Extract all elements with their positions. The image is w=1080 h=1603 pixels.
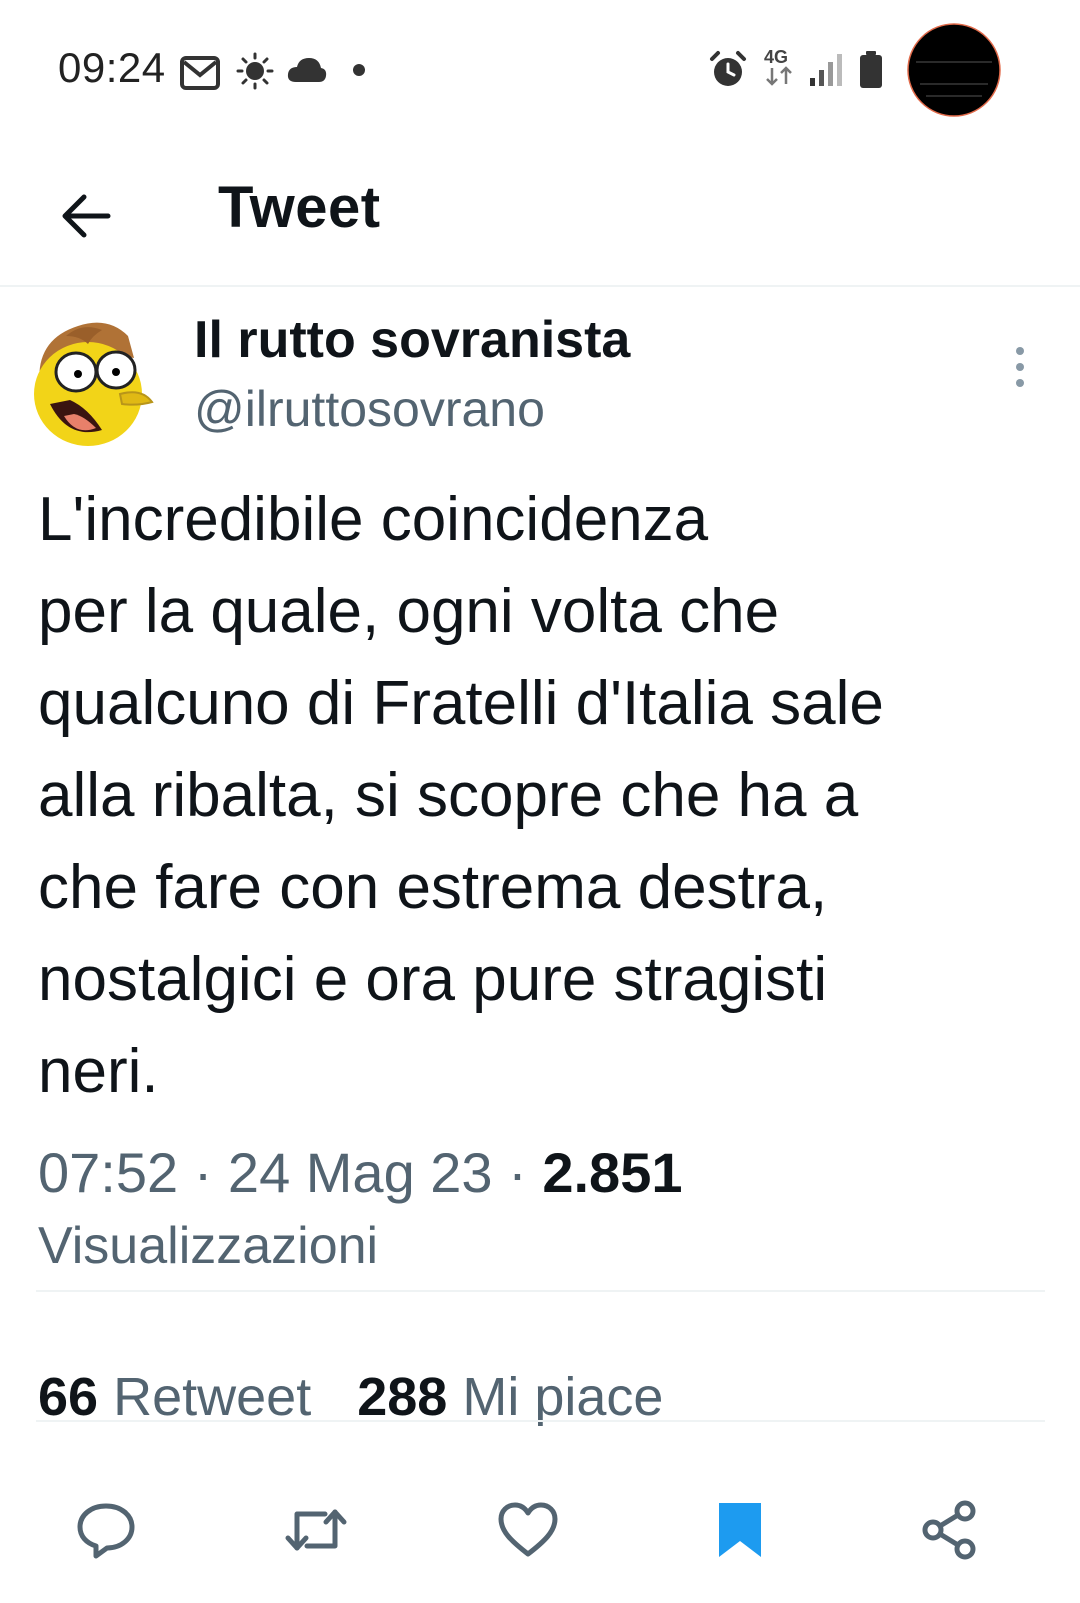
camera-icon [906,22,1002,123]
tweet-text-line: nostalgici e ora pure stragisti [38,945,828,1014]
tweet-time[interactable]: 07:52 [38,1141,178,1204]
mail-icon [180,56,220,95]
more-vertical-icon [1016,347,1024,387]
divider [36,1420,1045,1422]
tweet-text-line: che fare con estrema destra, [38,853,828,922]
page-title: Tweet [218,175,381,240]
more-options-button[interactable] [1000,345,1040,395]
divider [36,1290,1045,1292]
tweet-text-line: alla ribalta, si scopre che ha a [38,761,859,830]
signal-icon [808,52,844,93]
tweet-text-line: qualcuno di Fratelli d'Italia sale [38,669,884,738]
tweet-stats: 66 Retweet 288 Mi piace [38,1366,663,1428]
retweet-icon [285,1509,347,1551]
network-4g-icon: 4G [764,48,794,91]
tweet-text: L'incredibile coincidenza per la quale, … [38,474,1068,1118]
bookmark-icon [719,1503,761,1557]
status-time: 09:24 [58,44,166,91]
meta-separator: · [508,1141,527,1204]
share-button[interactable] [910,1490,990,1570]
heart-icon [498,1502,558,1557]
network-label: 4G [764,47,789,67]
arrow-left-icon [62,194,111,238]
reply-icon [77,1503,135,1559]
retweets-stat[interactable]: 66 Retweet [38,1367,326,1427]
likes-count: 288 [357,1367,448,1427]
likes-stat[interactable]: 288 Mi piace [357,1367,663,1427]
alarm-icon [708,50,748,95]
tweet-date[interactable]: 24 Mag 23 [228,1141,493,1204]
share-icon [922,1500,976,1560]
dot-icon [352,63,366,82]
author-name[interactable]: Il rutto sovranista [194,310,630,370]
battery-icon [858,50,884,95]
tweet-meta: 07:52 · 24 Mag 23 · 2.851 [38,1140,682,1205]
views-count[interactable]: 2.851 [542,1141,682,1204]
like-button[interactable] [488,1490,568,1570]
brightness-icon [236,52,274,95]
likes-label: Mi piace [462,1367,664,1427]
avatar[interactable] [30,318,158,446]
views-label[interactable]: Visualizzazioni [38,1216,378,1276]
cloud-icon [286,56,328,89]
tweet-text-line: per la quale, ogni volta che [38,577,780,646]
retweets-label: Retweet [113,1367,312,1427]
retweet-button[interactable] [276,1490,356,1570]
retweets-count: 66 [38,1367,99,1427]
back-button[interactable] [46,176,126,256]
reply-button[interactable] [66,1490,146,1570]
meta-separator: · [193,1141,213,1204]
status-bar: 09:24 4G [0,0,1080,140]
bookmark-button[interactable] [700,1490,780,1570]
tweet-text-line: neri. [38,1037,159,1106]
author-handle[interactable]: @ilruttosovrano [194,380,545,438]
app-header: Tweet [0,140,1080,287]
tweet-text-line: L'incredibile coincidenza [38,485,709,554]
